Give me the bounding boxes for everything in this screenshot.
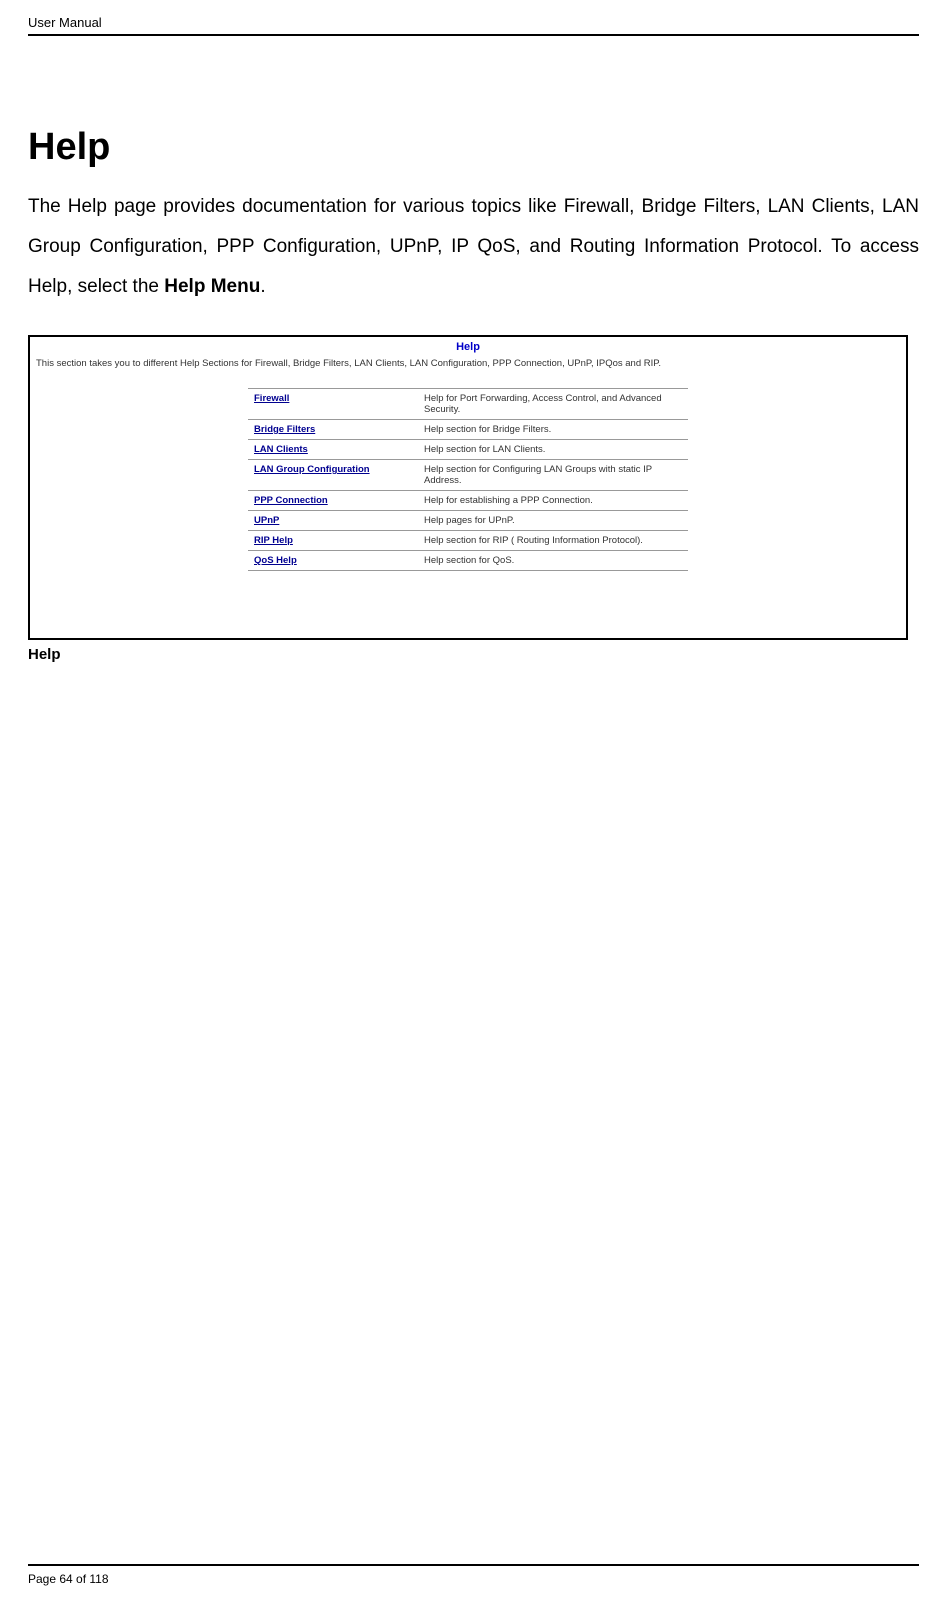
help-desc-cell: Help section for Configuring LAN Groups … — [418, 459, 688, 490]
table-row: Bridge Filters Help section for Bridge F… — [248, 419, 688, 439]
help-topics-table: Firewall Help for Port Forwarding, Acces… — [248, 388, 688, 571]
help-link-cell[interactable]: Bridge Filters — [248, 419, 418, 439]
help-desc-cell: Help section for LAN Clients. — [418, 439, 688, 459]
help-desc-cell: Help pages for UPnP. — [418, 510, 688, 530]
intro-paragraph: The Help page provides documentation for… — [28, 187, 919, 307]
help-link[interactable]: LAN Clients — [254, 444, 308, 455]
help-link[interactable]: LAN Group Configuration — [254, 464, 370, 475]
section-heading: Help — [28, 126, 919, 169]
document-header-title: User Manual — [28, 15, 919, 30]
help-link-cell[interactable]: QoS Help — [248, 550, 418, 570]
table-row: LAN Clients Help section for LAN Clients… — [248, 439, 688, 459]
footer-rule — [28, 1564, 919, 1566]
help-desc-cell: Help for Port Forwarding, Access Control… — [418, 388, 688, 419]
help-link-cell[interactable]: Firewall — [248, 388, 418, 419]
help-link[interactable]: Bridge Filters — [254, 424, 315, 435]
help-link[interactable]: PPP Connection — [254, 495, 328, 506]
table-row: UPnP Help pages for UPnP. — [248, 510, 688, 530]
screenshot-subtitle: This section takes you to different Help… — [36, 357, 900, 370]
help-link[interactable]: QoS Help — [254, 555, 297, 566]
help-link[interactable]: Firewall — [254, 393, 289, 404]
help-link-cell[interactable]: LAN Group Configuration — [248, 459, 418, 490]
figure-caption: Help — [28, 646, 919, 663]
page-footer: Page 64 of 118 — [28, 1564, 919, 1586]
help-screenshot-panel: Help This section takes you to different… — [28, 335, 908, 640]
table-row: LAN Group Configuration Help section for… — [248, 459, 688, 490]
intro-text-pre: The Help page provides documentation for… — [28, 196, 919, 297]
help-link-cell[interactable]: LAN Clients — [248, 439, 418, 459]
help-link[interactable]: UPnP — [254, 515, 279, 526]
table-row: QoS Help Help section for QoS. — [248, 550, 688, 570]
help-desc-cell: Help section for QoS. — [418, 550, 688, 570]
intro-text-post: . — [260, 276, 265, 297]
help-desc-cell: Help section for RIP ( Routing Informati… — [418, 530, 688, 550]
help-desc-cell: Help for establishing a PPP Connection. — [418, 490, 688, 510]
help-link-cell[interactable]: RIP Help — [248, 530, 418, 550]
table-row: Firewall Help for Port Forwarding, Acces… — [248, 388, 688, 419]
page-number: Page 64 of 118 — [28, 1572, 919, 1586]
intro-text-bold: Help Menu — [164, 276, 260, 297]
header-rule — [28, 34, 919, 36]
table-row: RIP Help Help section for RIP ( Routing … — [248, 530, 688, 550]
table-row: PPP Connection Help for establishing a P… — [248, 490, 688, 510]
help-link-cell[interactable]: PPP Connection — [248, 490, 418, 510]
help-link[interactable]: RIP Help — [254, 535, 293, 546]
help-desc-cell: Help section for Bridge Filters. — [418, 419, 688, 439]
screenshot-title: Help — [36, 341, 900, 353]
help-link-cell[interactable]: UPnP — [248, 510, 418, 530]
